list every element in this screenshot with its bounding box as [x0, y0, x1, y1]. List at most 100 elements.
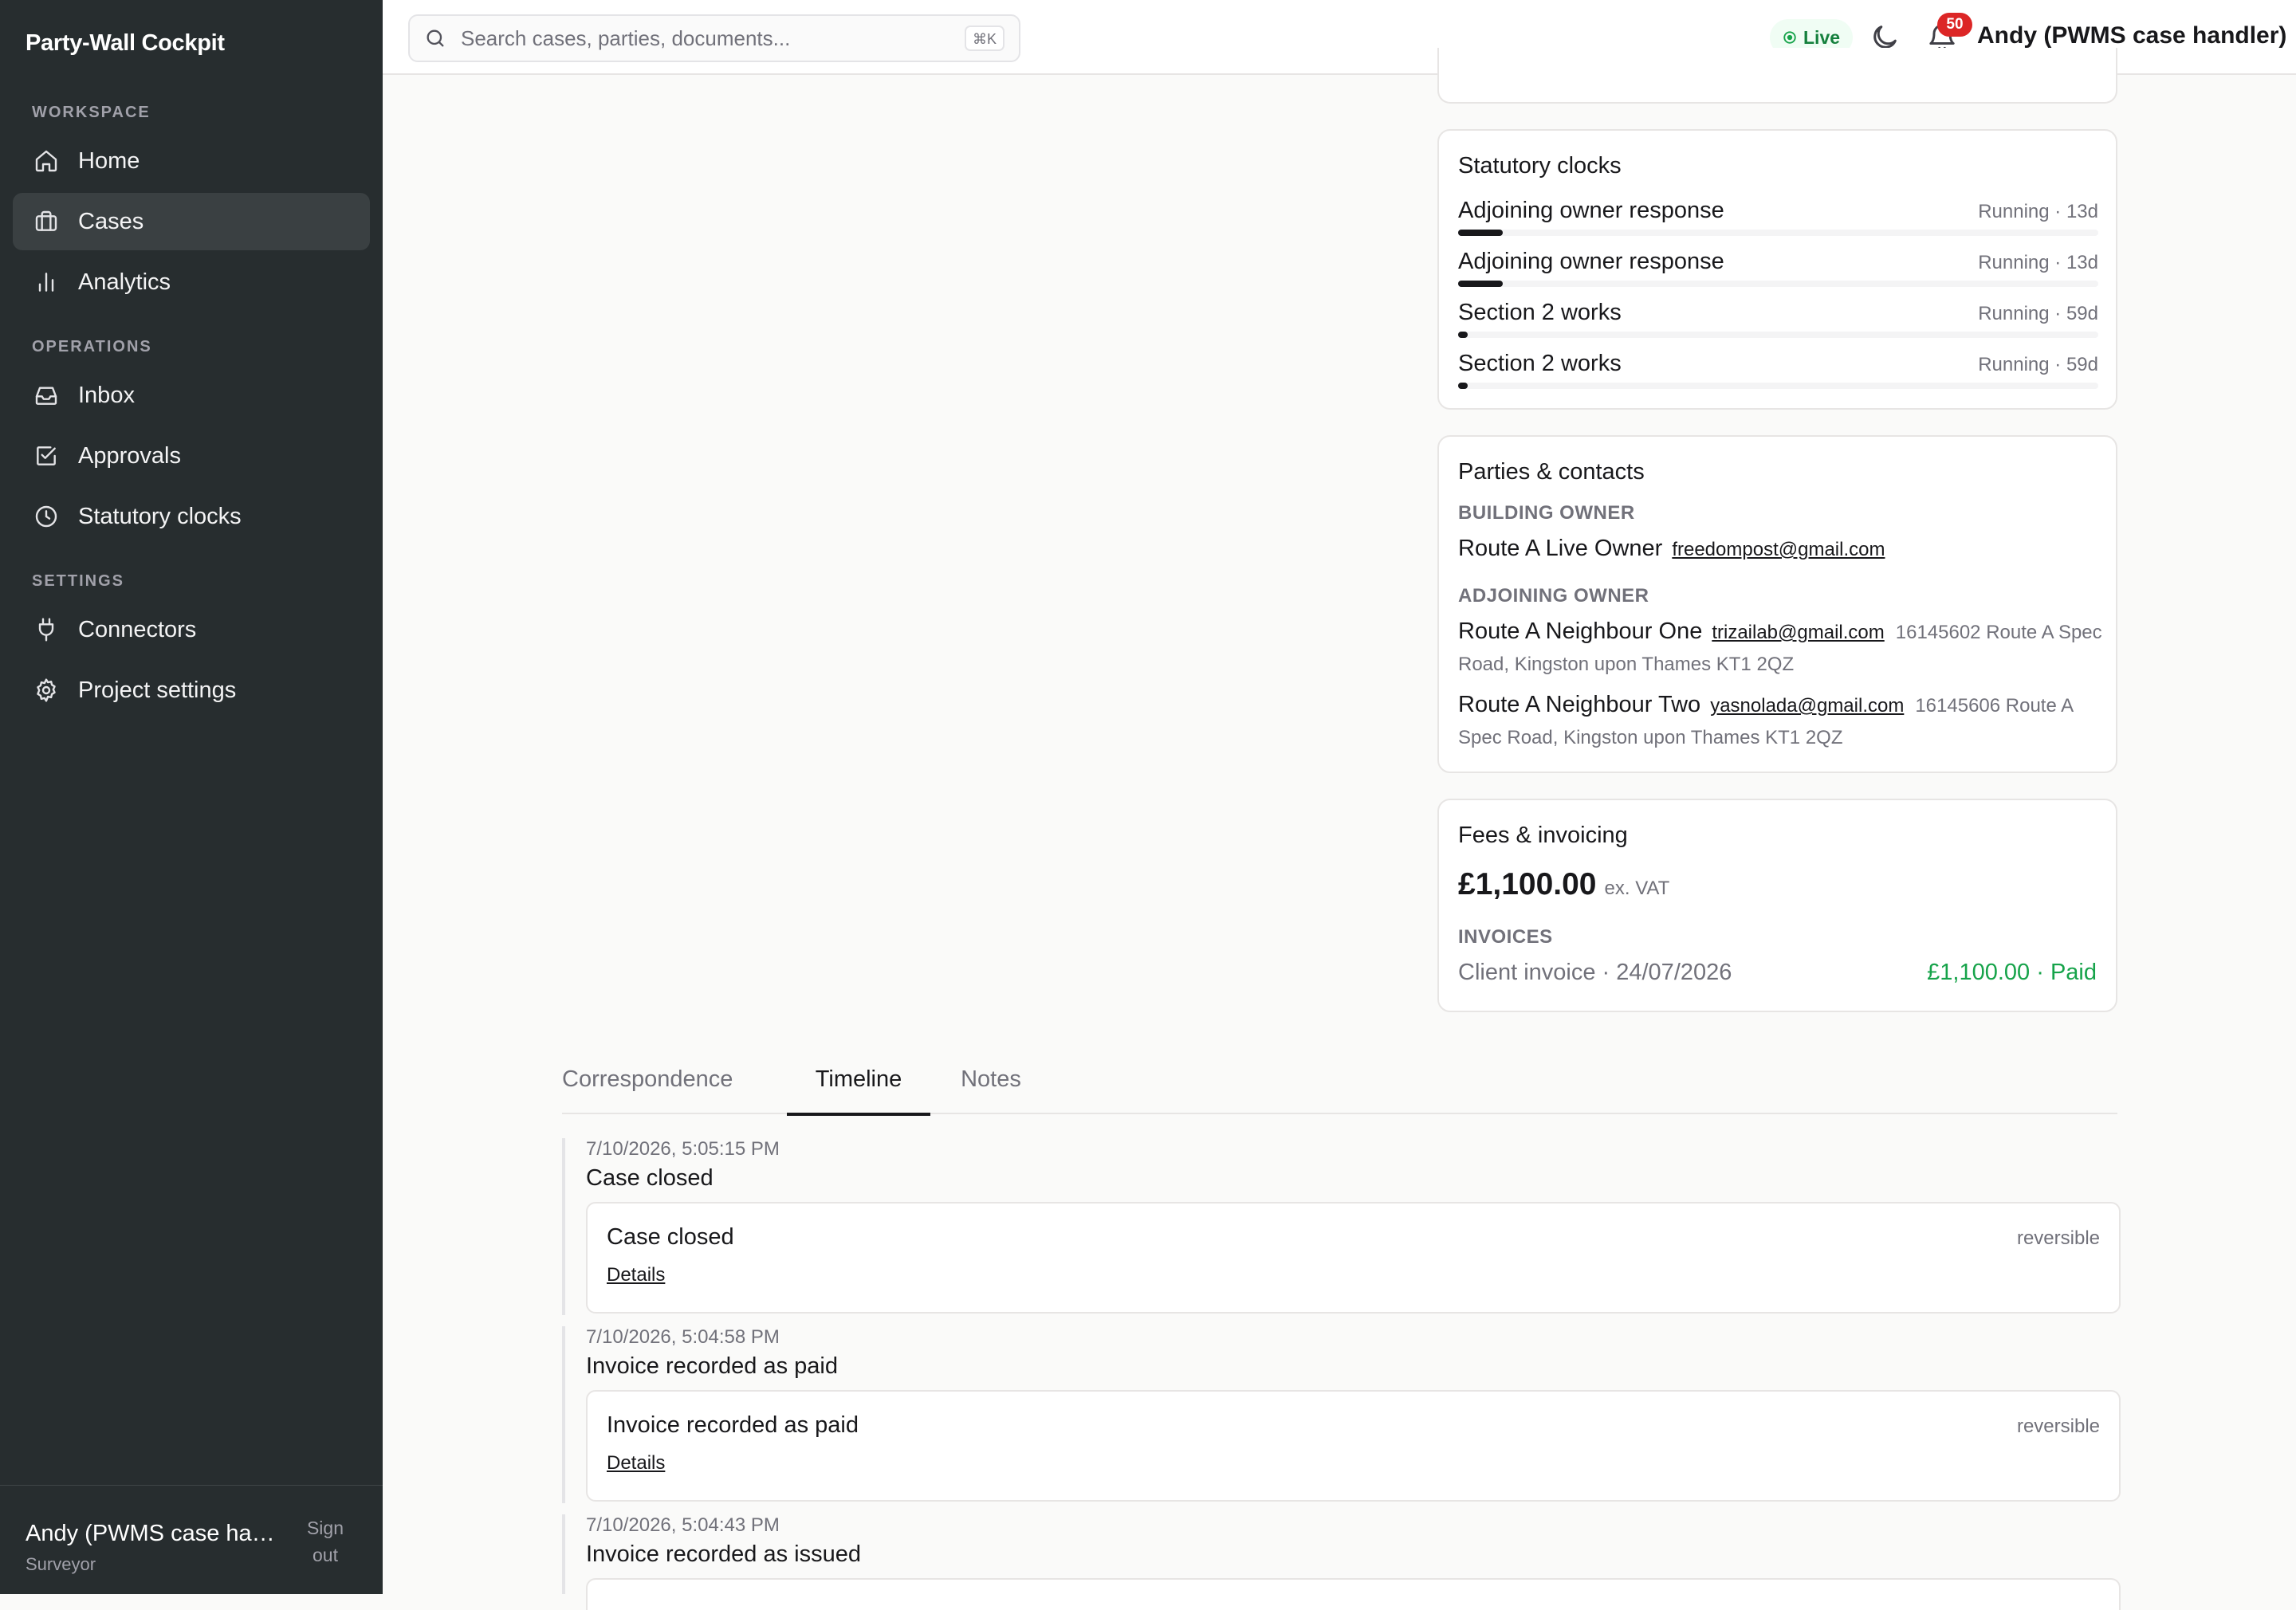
- clock-name: Adjoining owner response: [1458, 198, 1724, 223]
- sidebar-item-home[interactable]: Home: [13, 132, 370, 190]
- footer-user-name: Andy (PWMS case handler): [26, 1521, 281, 1546]
- party-name: Route A Live Owner: [1458, 536, 1663, 561]
- details-link[interactable]: Details: [607, 1452, 665, 1475]
- clock-progress-fill: [1458, 383, 1468, 389]
- card-title: Parties & contacts: [1458, 459, 1645, 485]
- timeline-event-card: Case closed reversible Details: [586, 1202, 2121, 1314]
- sidebar-item-label: Cases: [78, 208, 144, 234]
- sidebar-item-label: Analytics: [78, 269, 171, 295]
- live-status-label: Live: [1803, 26, 1841, 48]
- sidebar-item-label: Approvals: [78, 442, 181, 469]
- building-owner-entry: Route A Live Owner freedompost@gmail.com: [1458, 532, 2104, 566]
- reversible-tag: reversible: [2016, 1227, 2100, 1249]
- party-name: Route A Neighbour Two: [1458, 692, 1701, 717]
- clock-progress-track: [1458, 383, 2098, 389]
- live-status-icon: [1783, 31, 1796, 44]
- clock-row: Adjoining owner response Running · 13d: [1458, 198, 2098, 238]
- search-shortcut-hint: ⌘K: [964, 26, 1005, 51]
- case-detail-tabs: Correspondence Timeline Notes: [562, 1050, 2117, 1116]
- section-label-settings: SETTINGS: [32, 572, 125, 590]
- sidebar-item-cases[interactable]: Cases: [13, 193, 370, 250]
- sidebar: Party-Wall Cockpit WORKSPACE Home Cases …: [0, 0, 383, 1594]
- adjoining-owner-label: ADJOINING OWNER: [1458, 585, 1649, 607]
- check-square-icon: [32, 442, 61, 470]
- sidebar-item-label: Project settings: [78, 677, 237, 703]
- fees-invoicing-card: Fees & invoicing £1,100.00 ex. VAT INVOIC…: [1437, 799, 2117, 1012]
- party-name: Route A Neighbour One: [1458, 618, 1703, 644]
- clock-status: Running · 59d: [1978, 303, 2098, 324]
- party-email-link[interactable]: trizailab@gmail.com: [1712, 622, 1884, 643]
- footer-user-role: Surveyor: [26, 1554, 96, 1574]
- clock-progress-fill: [1458, 230, 1504, 236]
- event-title: Invoice recorded as paid: [607, 1412, 859, 1438]
- search-icon: [427, 29, 444, 47]
- inbox-icon: [32, 381, 61, 410]
- timeline-timestamp: 7/10/2026, 5:04:43 PM: [586, 1514, 780, 1536]
- clock-icon: [32, 502, 61, 531]
- clock-progress-fill: [1458, 281, 1504, 287]
- app-title: Party-Wall Cockpit: [26, 30, 225, 56]
- clock-row: Section 2 works Running · 59d: [1458, 300, 2098, 340]
- clock-status: Running · 59d: [1978, 354, 2098, 375]
- adjoining-owner-entry: Route A Neighbour Two yasnolada@gmail.com…: [1458, 689, 2104, 754]
- sign-out-button[interactable]: Sign out: [295, 1514, 356, 1569]
- clock-status: Running · 13d: [1978, 201, 2098, 222]
- sidebar-item-statutory-clocks[interactable]: Statutory clocks: [13, 488, 370, 545]
- card-title: Fees & invoicing: [1458, 823, 1628, 848]
- adjoining-owner-entry: Route A Neighbour One trizailab@gmail.com…: [1458, 615, 2104, 681]
- clock-progress-track: [1458, 332, 2098, 338]
- sidebar-footer: Andy (PWMS case handler) Surveyor Sign o…: [0, 1485, 383, 1594]
- invoice-name: Client invoice · 24/07/2026: [1458, 960, 1732, 985]
- sidebar-item-label: Inbox: [78, 382, 135, 408]
- event-title: Case closed: [607, 1224, 734, 1250]
- timeline-heading: Invoice recorded as issued: [586, 1541, 861, 1567]
- clock-row: Section 2 works Running · 59d: [1458, 351, 2098, 391]
- building-owner-label: BUILDING OWNER: [1458, 502, 1635, 524]
- user-menu[interactable]: Andy (PWMS case handler): [1977, 22, 2286, 49]
- parties-contacts-card: Parties & contacts BUILDING OWNER Route …: [1437, 435, 2117, 773]
- sidebar-item-approvals[interactable]: Approvals: [13, 427, 370, 485]
- sidebar-item-analytics[interactable]: Analytics: [13, 253, 370, 311]
- timeline-entry: 7/10/2026, 5:05:15 PM Case closed Case c…: [562, 1138, 2121, 1315]
- briefcase-icon: [32, 207, 61, 236]
- timeline-event-card: [586, 1578, 2121, 1610]
- statutory-clocks-card: Statutory clocks Adjoining owner respons…: [1437, 129, 2117, 410]
- section-label-workspace: WORKSPACE: [32, 104, 151, 121]
- timeline-heading: Invoice recorded as paid: [586, 1353, 838, 1379]
- fee-amount-value: £1,100.00: [1458, 867, 1597, 901]
- timeline-entry: 7/10/2026, 5:04:43 PM Invoice recorded a…: [562, 1514, 2121, 1610]
- details-link[interactable]: Details: [607, 1264, 665, 1286]
- clock-status: Running · 13d: [1978, 252, 2098, 273]
- clock-progress-track: [1458, 230, 2098, 236]
- search-input[interactable]: [459, 25, 941, 52]
- party-email-link[interactable]: yasnolada@gmail.com: [1710, 695, 1904, 717]
- clock-row: Adjoining owner response Running · 13d: [1458, 249, 2098, 289]
- previous-card-partial: [1437, 48, 2117, 104]
- party-email-link[interactable]: freedompost@gmail.com: [1672, 539, 1885, 560]
- tab-notes[interactable]: Notes: [951, 1066, 1031, 1113]
- section-label-operations: OPERATIONS: [32, 338, 152, 355]
- card-title: Statutory clocks: [1458, 153, 1622, 179]
- timeline-timestamp: 7/10/2026, 5:04:58 PM: [586, 1326, 780, 1348]
- timeline-heading: Case closed: [586, 1165, 714, 1191]
- bar-chart-icon: [32, 268, 61, 296]
- invoice-amount-status: £1,100.00 · Paid: [1927, 960, 2097, 985]
- reversible-tag: reversible: [2016, 1416, 2100, 1437]
- clock-name: Section 2 works: [1458, 351, 1622, 376]
- tab-correspondence[interactable]: Correspondence: [562, 1066, 733, 1113]
- timeline-timestamp: 7/10/2026, 5:05:15 PM: [586, 1138, 780, 1160]
- search-box[interactable]: ⌘K: [408, 14, 1020, 62]
- sidebar-item-connectors[interactable]: Connectors: [13, 601, 370, 658]
- clock-progress-track: [1458, 281, 2098, 287]
- fee-amount: £1,100.00 ex. VAT: [1458, 867, 1669, 902]
- timeline-entry: 7/10/2026, 5:04:58 PM Invoice recorded a…: [562, 1326, 2121, 1503]
- fee-vat-note: ex. VAT: [1604, 878, 1670, 899]
- tab-timeline[interactable]: Timeline: [787, 1066, 930, 1116]
- sidebar-item-project-settings[interactable]: Project settings: [13, 662, 370, 719]
- gear-icon: [32, 676, 61, 705]
- sidebar-item-inbox[interactable]: Inbox: [13, 367, 370, 424]
- sidebar-item-label: Connectors: [78, 616, 197, 642]
- clock-name: Section 2 works: [1458, 300, 1622, 325]
- invoices-label: INVOICES: [1458, 926, 1553, 948]
- plug-icon: [32, 615, 61, 644]
